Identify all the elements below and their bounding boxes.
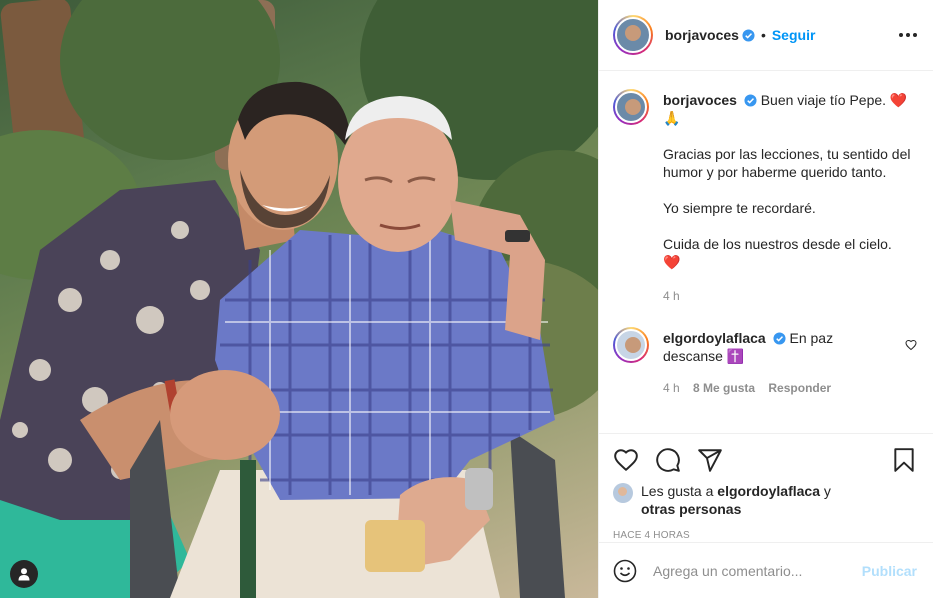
likes-others-link[interactable]: otras personas: [641, 501, 741, 517]
comment-icon[interactable]: [655, 447, 681, 473]
verified-icon: [773, 332, 786, 345]
post-timestamp[interactable]: HACE 4 HORAS: [613, 530, 917, 541]
pray-emoji: 🙏: [663, 110, 681, 126]
heart-emoji: ❤️: [663, 254, 681, 270]
share-icon[interactable]: [697, 447, 723, 473]
reply-button[interactable]: Responder: [768, 381, 831, 395]
comment-likes[interactable]: 8 Me gusta: [693, 381, 755, 395]
likes-summary: Les gusta a elgordoylaflaca y otras pers…: [613, 482, 917, 518]
publish-button[interactable]: Publicar: [862, 563, 917, 579]
heart-icon[interactable]: [905, 339, 917, 351]
caption-author-avatar[interactable]: [613, 89, 649, 125]
caption-author-username[interactable]: borjavoces: [663, 92, 737, 108]
commenter-avatar[interactable]: [613, 327, 649, 363]
author-username[interactable]: borjavoces: [665, 27, 739, 43]
comments-section: borjavoces Buen viaje tío Pepe. ❤️ 🙏 Gra…: [599, 71, 933, 433]
emoji-icon[interactable]: [613, 559, 637, 583]
action-bar: [613, 440, 917, 480]
commenter-username[interactable]: elgordoylaflaca: [663, 330, 766, 346]
more-options-icon[interactable]: [899, 33, 917, 37]
heart-icon[interactable]: [613, 447, 639, 473]
actions-section: Les gusta a elgordoylaflaca y otras pers…: [599, 433, 933, 541]
liker-avatar[interactable]: [613, 483, 633, 503]
cross-emoji: ✝️: [726, 348, 745, 364]
caption-body: borjavoces Buen viaje tío Pepe. ❤️ 🙏 Gra…: [663, 89, 917, 305]
user-tag-button[interactable]: [10, 560, 38, 588]
save-icon[interactable]: [891, 447, 917, 473]
add-comment-bar: Publicar: [599, 542, 933, 598]
caption-time[interactable]: 4 h: [663, 289, 680, 303]
comment-item: elgordoylaflaca En paz descanse ✝️ 4 h 8…: [613, 327, 917, 397]
comment-body: elgordoylaflaca En paz descanse ✝️ 4 h 8…: [663, 327, 887, 397]
follow-button[interactable]: Seguir: [772, 27, 816, 43]
likes-prefix: Les gusta a: [641, 483, 714, 499]
user-tag-icon: [18, 568, 30, 581]
older-man: [0, 0, 598, 598]
post-header: borjavoces • Seguir: [599, 0, 933, 71]
caption-paragraph: Yo siempre te recordaré.: [663, 200, 816, 216]
caption: borjavoces Buen viaje tío Pepe. ❤️ 🙏 Gra…: [613, 89, 917, 305]
heart-emoji: ❤️: [889, 92, 908, 108]
caption-paragraph: Gracias por las lecciones, tu sentido de…: [663, 146, 911, 180]
caption-paragraph: Cuida de los nuestros desde el cielo.: [663, 236, 892, 252]
post-photo[interactable]: [0, 0, 598, 598]
author-avatar[interactable]: [613, 15, 653, 55]
post-details-panel: borjavoces • Seguir borjavoces Buen viaj…: [598, 0, 933, 598]
verified-icon: [742, 28, 755, 42]
header-separator: •: [760, 27, 766, 43]
comment-time[interactable]: 4 h: [663, 381, 680, 395]
comment-input[interactable]: [653, 562, 862, 579]
liker-username[interactable]: elgordoylaflaca: [717, 483, 820, 499]
caption-line1: Buen viaje tío Pepe.: [760, 92, 887, 108]
likes-connector: y: [823, 483, 831, 499]
verified-icon: [744, 94, 757, 107]
